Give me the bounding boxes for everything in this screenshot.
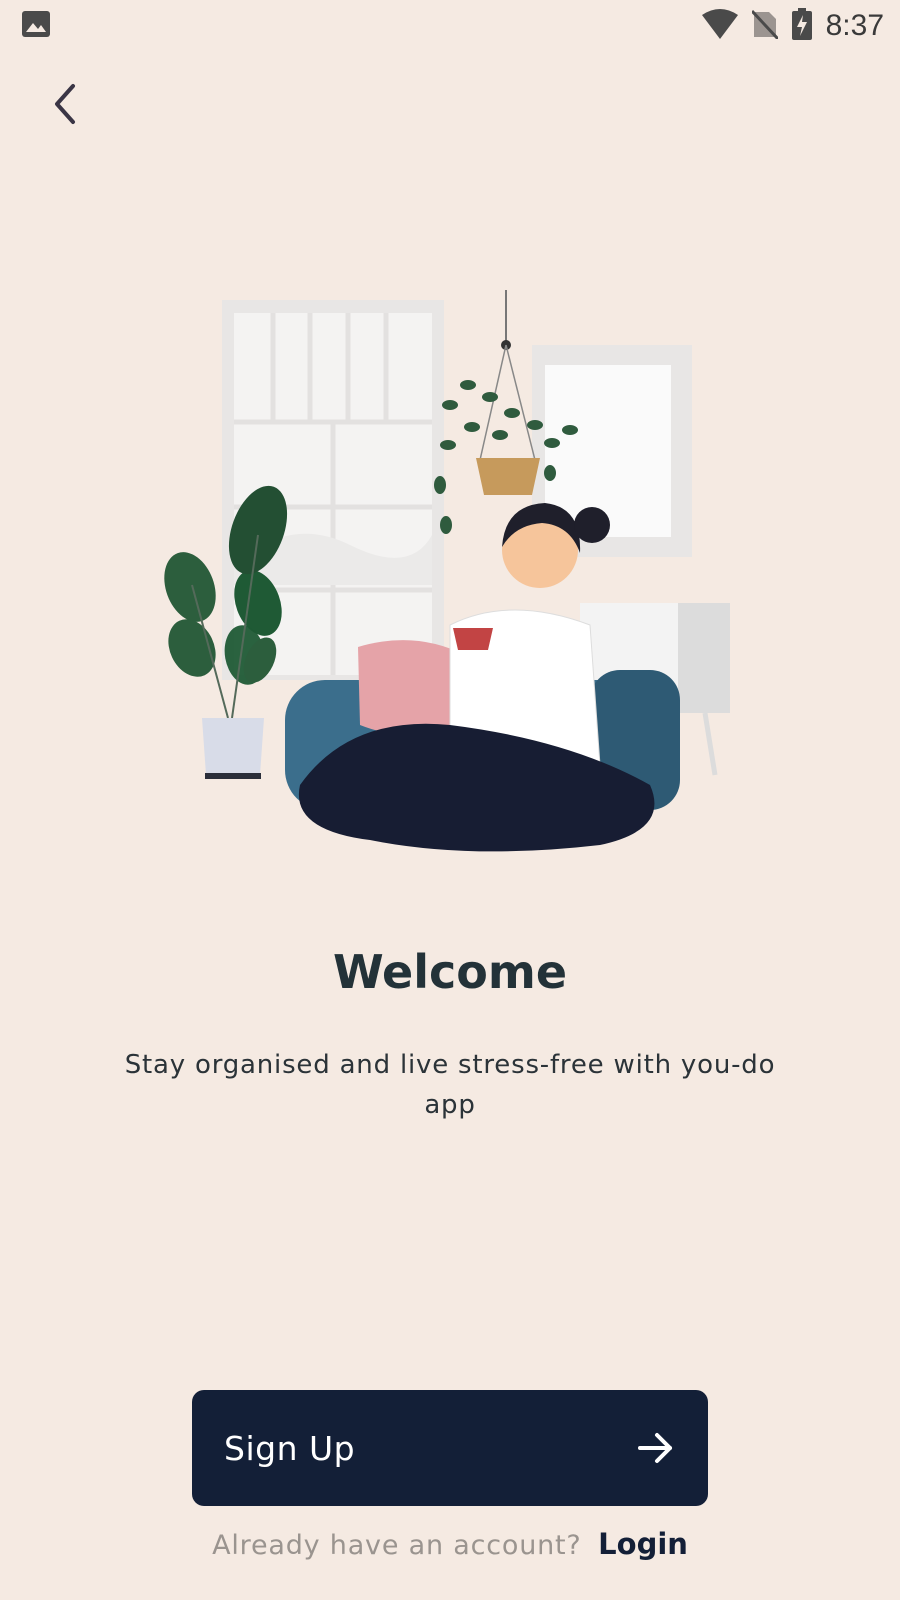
signup-button[interactable]: Sign Up	[192, 1390, 708, 1506]
gallery-notification-icon	[22, 11, 50, 41]
login-prompt: Already have an account?	[212, 1530, 582, 1561]
battery-charging-icon	[791, 8, 812, 44]
status-bar: 8:37	[0, 0, 900, 48]
no-sim-icon	[750, 9, 779, 43]
back-button[interactable]	[38, 78, 90, 130]
arrow-right-icon	[638, 1433, 672, 1463]
welcome-title: Welcome	[332, 945, 568, 999]
status-time: 8:37	[825, 9, 884, 42]
wifi-icon	[701, 9, 738, 43]
signup-button-label: Sign Up	[224, 1428, 356, 1468]
welcome-illustration	[164, 290, 730, 852]
login-row: Already have an account? Login	[0, 1527, 900, 1561]
welcome-subtitle: Stay organised and live stress-free with…	[124, 1050, 776, 1120]
chevron-left-icon	[55, 84, 75, 124]
login-link[interactable]: Login	[598, 1527, 688, 1561]
